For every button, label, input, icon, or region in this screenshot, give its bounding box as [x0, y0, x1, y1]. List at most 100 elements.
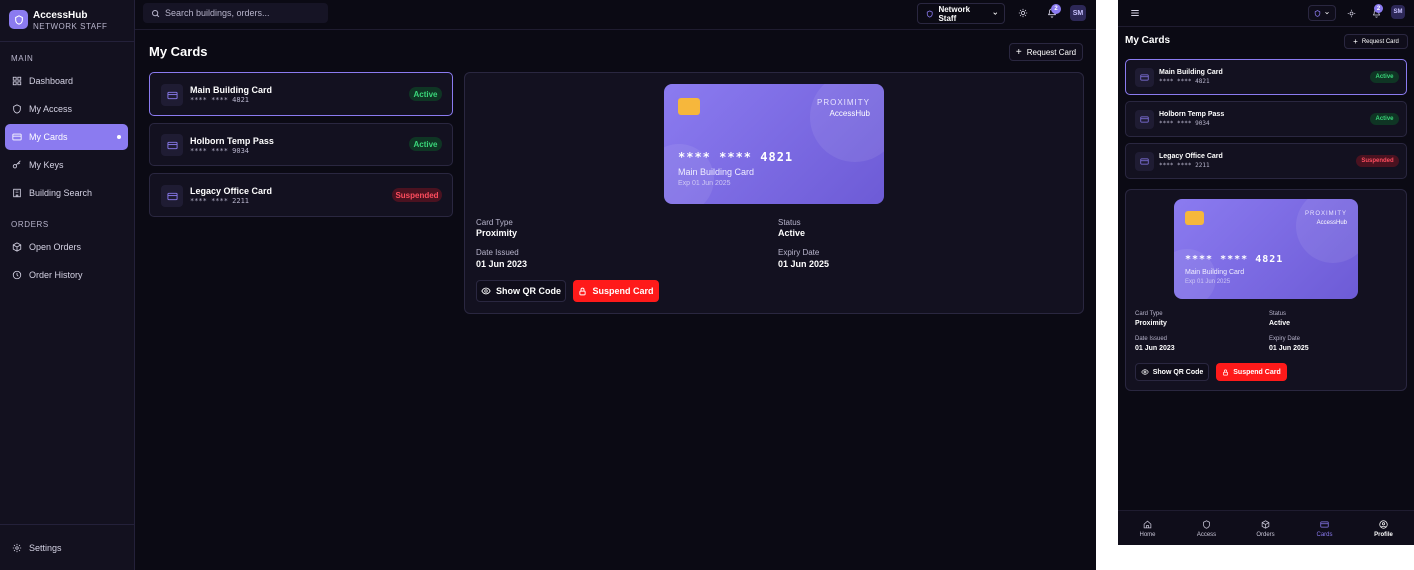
- suspend-card-button[interactable]: Suspend Card: [573, 280, 659, 302]
- brand-subtitle: NETWORK STAFF: [33, 22, 108, 31]
- card-icon: [1135, 68, 1154, 87]
- expiry-value: 01 Jun 2025: [778, 259, 830, 269]
- key-icon: [12, 160, 21, 169]
- theme-toggle-button[interactable]: [1345, 7, 1357, 19]
- sidebar-item-settings[interactable]: Settings: [5, 535, 128, 561]
- sidebar-item-my-access[interactable]: My Access: [5, 96, 128, 122]
- card-type-label: PROXIMITY: [816, 98, 870, 107]
- decorative-circle: [810, 84, 884, 162]
- status-field-label: Status: [778, 218, 801, 227]
- card-visual-expiry: Exp 01 Jun 2025: [1185, 279, 1231, 285]
- card-number: **** **** 9034: [190, 147, 250, 155]
- card-list-item[interactable]: Holborn Temp Pass **** **** 9034 Active: [149, 123, 453, 166]
- show-qr-button[interactable]: Show QR Code: [1135, 363, 1209, 381]
- status-value: Active: [778, 228, 806, 238]
- card-list-item[interactable]: Main Building Card **** **** 4821 Active: [149, 72, 453, 116]
- shield-logo-icon: [9, 10, 28, 29]
- show-qr-button[interactable]: Show QR Code: [476, 280, 566, 302]
- card-number: **** **** 9034: [1159, 120, 1210, 127]
- tab-access[interactable]: Access: [1177, 511, 1236, 545]
- expiry-field-label: Expiry Date: [1269, 336, 1301, 342]
- card-type-value: Proximity: [476, 228, 518, 238]
- card-detail-panel: PROXIMITY AccessHub **** **** 4821 Main …: [464, 72, 1084, 314]
- mobile-view: 2 SM My Cards + Request Card Main Buildi…: [1118, 0, 1414, 545]
- building-icon: [13, 188, 21, 198]
- notification-badge: 2: [1374, 4, 1383, 13]
- notification-badge: 2: [1051, 4, 1061, 14]
- card-name: Legacy Office Card: [190, 186, 273, 196]
- card-icon: [12, 133, 22, 141]
- card-list-item[interactable]: Holborn Temp Pass **** **** 9034 Active: [1125, 101, 1407, 137]
- brand: AccessHub NETWORK STAFF: [0, 0, 135, 42]
- tab-label: Home: [1139, 531, 1156, 538]
- user-icon: [1379, 519, 1388, 529]
- tab-orders[interactable]: Orders: [1236, 511, 1295, 545]
- chevron-down-icon: [1325, 11, 1329, 15]
- request-card-button[interactable]: + Request Card: [1344, 34, 1408, 49]
- sidebar-item-building-search[interactable]: Building Search: [5, 180, 128, 206]
- card-icon: [1135, 110, 1154, 129]
- status-field-label: Status: [1269, 311, 1287, 317]
- status-badge: Active: [1370, 113, 1399, 125]
- plus-icon: +: [1015, 46, 1022, 58]
- card-visual: PROXIMITY AccessHub **** **** 4821 Main …: [664, 84, 884, 204]
- box-icon: [12, 242, 22, 252]
- mobile-topbar: 2 SM: [1118, 0, 1414, 27]
- card-type-value: Proximity: [1135, 320, 1167, 327]
- sidebar: AccessHub NETWORK STAFF MAIN Dashboard M…: [0, 0, 135, 570]
- page-title: My Cards: [1125, 35, 1171, 46]
- card-detail-panel: PROXIMITY AccessHub **** **** 4821 Main …: [1125, 189, 1407, 391]
- card-number: **** **** 2211: [190, 197, 250, 205]
- sidebar-item-label: Dashboard: [29, 76, 74, 86]
- active-indicator-dot: [117, 135, 121, 139]
- sidebar-item-open-orders[interactable]: Open Orders: [5, 234, 128, 260]
- mobile-role-select[interactable]: [1308, 5, 1336, 21]
- nav-section-main: MAIN: [11, 54, 34, 63]
- card-list-item[interactable]: Main Building Card **** **** 4821 Active: [1125, 59, 1407, 95]
- nav-section-orders: ORDERS: [11, 220, 49, 229]
- status-badge: Suspended: [392, 188, 442, 202]
- menu-button[interactable]: [1129, 7, 1141, 19]
- card-icon: [1320, 521, 1329, 527]
- home-icon: [1143, 520, 1152, 528]
- avatar[interactable]: SM: [1070, 5, 1086, 21]
- suspend-card-button[interactable]: Suspend Card: [1216, 363, 1287, 381]
- chevron-down-icon: [993, 12, 998, 15]
- sidebar-item-my-cards[interactable]: My Cards: [5, 124, 128, 150]
- tab-cards[interactable]: Cards: [1295, 511, 1354, 545]
- chip-icon: [678, 98, 700, 115]
- lock-icon: [579, 287, 587, 295]
- card-name: Main Building Card: [190, 85, 272, 95]
- suspend-card-label: Suspend Card: [592, 286, 654, 296]
- card-list-item[interactable]: Legacy Office Card **** **** 2211 Suspen…: [149, 173, 453, 217]
- card-number: **** **** 2211: [1159, 162, 1210, 169]
- tab-home[interactable]: Home: [1118, 511, 1177, 545]
- request-card-button[interactable]: + Request Card: [1009, 43, 1083, 61]
- card-name: Legacy Office Card: [1159, 153, 1223, 160]
- status-badge: Suspended: [1356, 155, 1399, 167]
- issued-field-label: Date Issued: [1135, 336, 1168, 342]
- role-select[interactable]: Network Staff: [917, 3, 1005, 24]
- sidebar-item-order-history[interactable]: Order History: [5, 262, 128, 288]
- card-list-item[interactable]: Legacy Office Card **** **** 2211 Suspen…: [1125, 143, 1407, 179]
- search-icon: [152, 9, 160, 17]
- theme-toggle-button[interactable]: [1017, 7, 1029, 19]
- suspend-card-label: Suspend Card: [1233, 368, 1281, 376]
- eye-icon: [1141, 369, 1149, 375]
- box-icon: [1261, 519, 1270, 529]
- tab-label: Orders: [1256, 531, 1275, 538]
- sidebar-item-label: My Access: [29, 104, 73, 114]
- status-value: Active: [1269, 320, 1291, 327]
- card-name: Holborn Temp Pass: [190, 136, 274, 146]
- grid-icon: [12, 76, 22, 86]
- search-input[interactable]: Search buildings, orders...: [143, 3, 328, 23]
- tab-profile[interactable]: Profile: [1354, 511, 1413, 545]
- mobile-bottom-nav: Home Access Orders Cards Profile: [1118, 510, 1414, 545]
- eye-icon: [481, 287, 491, 295]
- avatar[interactable]: SM: [1391, 5, 1405, 19]
- sidebar-item-my-keys[interactable]: My Keys: [5, 152, 128, 178]
- issued-field-label: Date Issued: [476, 248, 519, 257]
- brand-name: AccessHub: [33, 10, 88, 21]
- card-icon: [1135, 152, 1154, 171]
- sidebar-item-dashboard[interactable]: Dashboard: [5, 68, 128, 94]
